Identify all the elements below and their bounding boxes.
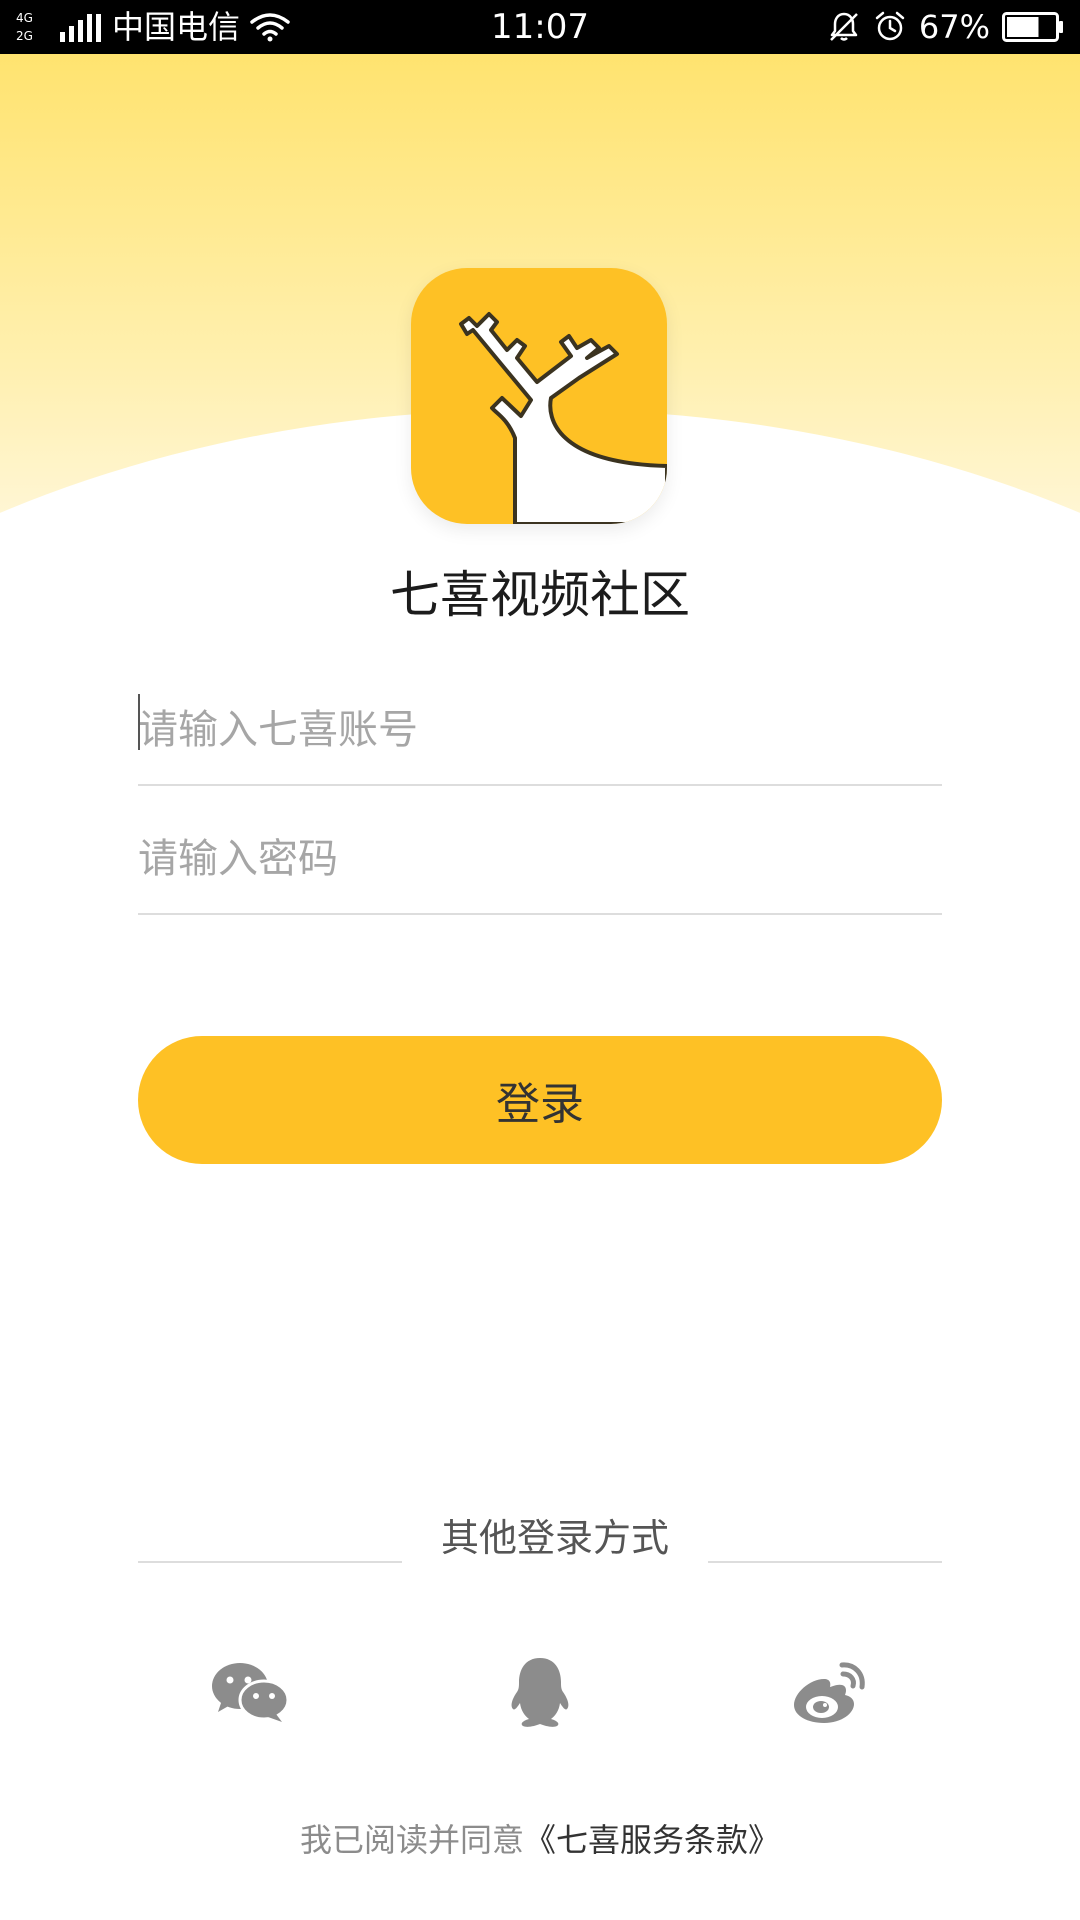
- wechat-icon: [212, 1663, 290, 1722]
- deer-antler-icon: [459, 312, 667, 524]
- account-input[interactable]: [138, 676, 942, 784]
- status-bar: 4G 2G 中国电信 11:07 67%: [0, 0, 1080, 54]
- network-type-top: 4G: [16, 11, 33, 25]
- battery-icon: [1002, 12, 1063, 42]
- weibo-login-button[interactable]: [788, 1655, 872, 1729]
- agreement-prefix: 我已阅读并同意: [299, 1821, 524, 1859]
- login-button[interactable]: 登录: [138, 1036, 942, 1164]
- status-left: 4G 2G 中国电信: [16, 0, 290, 54]
- silent-bell-icon: [829, 12, 858, 41]
- divider-left: [138, 1561, 402, 1563]
- network-type-bottom: 2G: [16, 29, 33, 43]
- password-field: [138, 805, 942, 915]
- password-input[interactable]: [138, 805, 942, 913]
- account-field: [138, 676, 942, 786]
- agreement-text: 我已阅读并同意《七喜服务条款》: [0, 1816, 1080, 1864]
- weibo-icon: [794, 1662, 865, 1723]
- service-terms-link[interactable]: 《七喜服务条款》: [524, 1821, 780, 1859]
- other-login-label: 其他登录方式: [440, 1516, 669, 1560]
- carrier-name: 中国电信: [112, 8, 241, 46]
- divider-right: [708, 1561, 942, 1563]
- qq-login-button[interactable]: [498, 1655, 582, 1729]
- wechat-login-button[interactable]: [208, 1655, 292, 1729]
- alarm-icon: [875, 11, 905, 41]
- app-logo: [411, 268, 667, 524]
- status-right: 67%: [827, 0, 1064, 54]
- signal-icon: [60, 14, 101, 42]
- network-type: 4G 2G: [16, 12, 50, 42]
- text-caret: [138, 694, 140, 750]
- qq-icon: [511, 1658, 569, 1727]
- wifi-icon: [250, 13, 290, 42]
- app-title: 七喜视频社区: [390, 566, 690, 624]
- battery-percentage: 67%: [918, 8, 990, 46]
